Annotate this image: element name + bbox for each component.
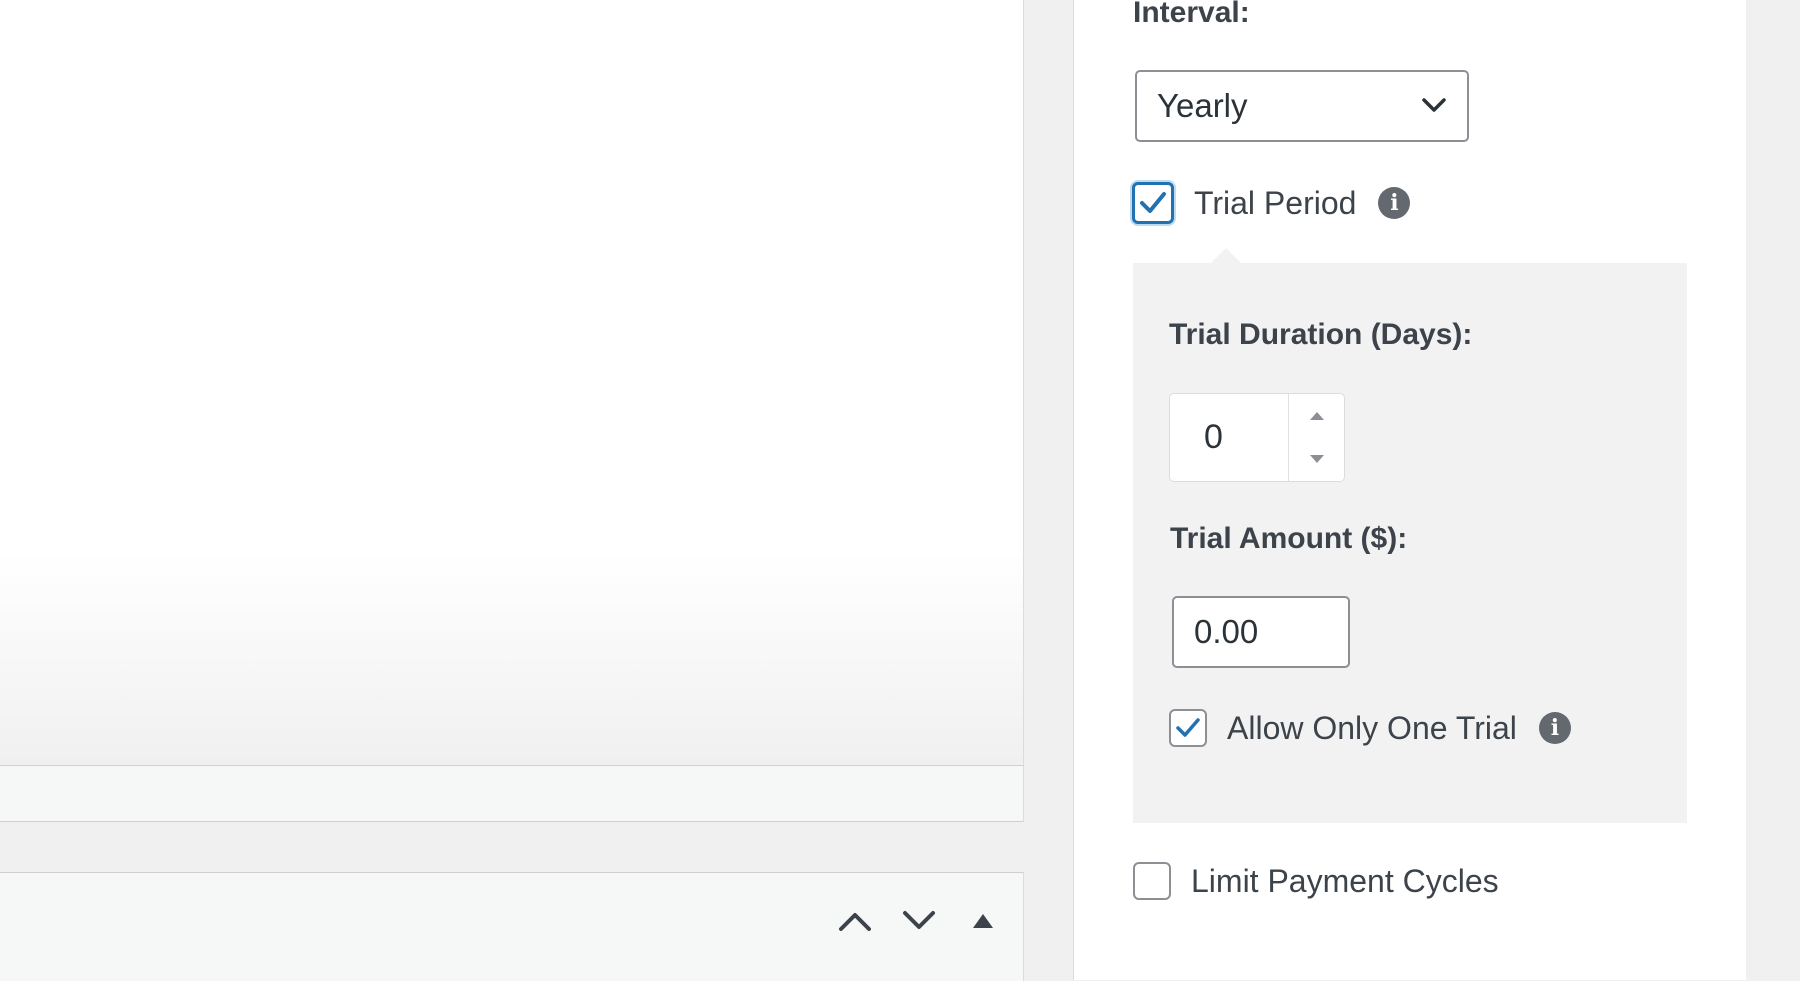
editor-status-bar xyxy=(0,765,1024,822)
trial-amount-value: 0.00 xyxy=(1194,613,1258,651)
allow-one-trial-checkbox[interactable] xyxy=(1169,709,1207,747)
interval-label: Interval: xyxy=(1133,0,1250,30)
limit-payment-cycles-label: Limit Payment Cycles xyxy=(1191,863,1499,900)
trial-duration-value[interactable]: 0 xyxy=(1170,394,1288,481)
chevron-down-icon xyxy=(902,910,936,932)
move-up-button[interactable] xyxy=(835,901,875,941)
trial-amount-label: Trial Amount ($): xyxy=(1170,522,1407,556)
interval-select[interactable]: Yearly xyxy=(1135,70,1469,142)
caret-up-icon xyxy=(1309,411,1325,421)
limit-payment-cycles-row: Limit Payment Cycles xyxy=(1133,862,1499,900)
sidebar-gutter xyxy=(1746,0,1800,980)
checkmark-icon xyxy=(1138,190,1168,216)
trial-period-row: Trial Period i xyxy=(1132,182,1410,224)
trial-duration-label: Trial Duration (Days): xyxy=(1169,318,1472,352)
limit-payment-cycles-checkbox[interactable] xyxy=(1133,862,1171,900)
caret-down-icon xyxy=(1309,454,1325,464)
toggle-panel-button[interactable] xyxy=(963,901,1003,941)
chevron-down-icon xyxy=(1421,96,1447,114)
metabox-header xyxy=(0,872,1024,981)
trial-period-label: Trial Period xyxy=(1194,185,1356,222)
editor-content-area[interactable] xyxy=(0,0,1024,765)
move-down-button[interactable] xyxy=(899,901,939,941)
trial-box-pointer xyxy=(1210,248,1242,264)
checkmark-icon xyxy=(1175,717,1201,739)
trial-duration-spinner xyxy=(1288,394,1344,481)
info-icon[interactable]: i xyxy=(1378,187,1410,219)
interval-selected-value: Yearly xyxy=(1157,87,1248,125)
info-icon[interactable]: i xyxy=(1539,712,1571,744)
allow-one-trial-label: Allow Only One Trial xyxy=(1227,710,1517,747)
chevron-up-icon xyxy=(838,910,872,932)
trial-period-checkbox[interactable] xyxy=(1132,182,1174,224)
trial-duration-input[interactable]: 0 xyxy=(1169,393,1345,482)
metabox-controls xyxy=(835,901,1003,941)
allow-one-trial-row: Allow Only One Trial i xyxy=(1169,709,1571,747)
triangle-up-icon xyxy=(972,913,994,929)
trial-amount-input[interactable]: 0.00 xyxy=(1172,596,1350,668)
decrement-button[interactable] xyxy=(1289,438,1344,482)
increment-button[interactable] xyxy=(1289,394,1344,438)
